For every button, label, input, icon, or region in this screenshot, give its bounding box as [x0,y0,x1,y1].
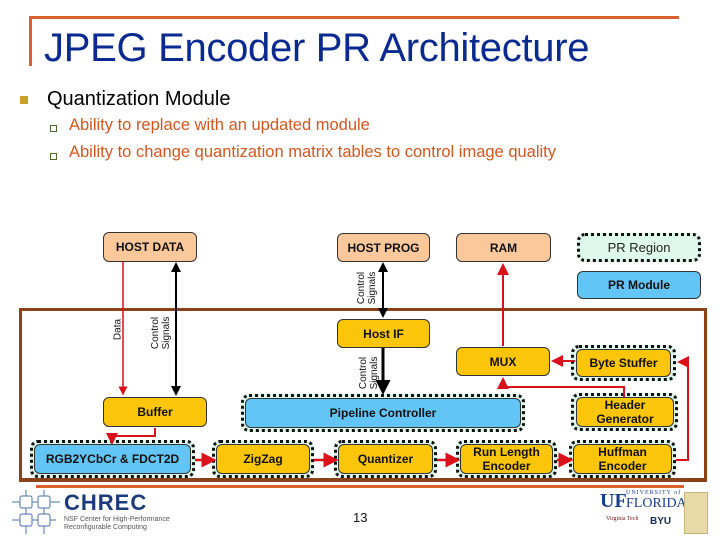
legend-pr-region: PR Region [580,236,698,259]
gwu-portrait-logo [684,492,708,534]
host-data-label: HOST DATA [115,240,185,254]
huffman-encoder-module: Huffman Encoder [573,444,672,474]
control-signals-label-host-if: Control Signals [358,356,380,390]
byu-logo: BYU [650,516,672,527]
host-if-label: Host IF [363,326,404,341]
byte-stuffer-module: Byte Stuffer [576,349,671,377]
ram-label: RAM [489,240,518,255]
legend-pr-module-label: PR Module [608,278,670,292]
host-prog-block: HOST PROG [337,233,430,262]
wire-buffer-to-rgb [106,428,156,445]
control-signals-label-host-prog: Control Signals [356,271,378,305]
pipeline-controller-label: Pipeline Controller [329,406,437,420]
chrec-tagline-2: Reconfigurable Computing [64,524,147,531]
run-length-encoder-label: Run Length Encoder [473,445,540,473]
header-generator-module: Header Generator [576,397,674,427]
chrec-logo: CHREC NSF Center for High-Performance Re… [10,490,180,538]
mux-label: MUX [489,354,517,369]
header-generator-label: Header Generator [596,398,654,426]
wire-header-to-mux [497,377,625,399]
data-signal-label: Data [112,318,124,341]
chrec-grid-icon [12,490,60,534]
quantizer-label: Quantizer [357,452,414,466]
quantizer-module: Quantizer [338,444,433,474]
buffer-label: Buffer [137,405,173,419]
legend-pr-module: PR Module [577,271,701,299]
partner-logos: UF UNIVERSITY of FLORIDA Virginia Tech B… [600,490,720,538]
mux-module: MUX [456,347,550,376]
byte-stuffer-label: Byte Stuffer [589,356,658,370]
uf-logo-mark: UF [600,490,627,512]
chrec-tagline-1: NSF Center for High-Performance [64,516,170,523]
huffman-encoder-label: Huffman Encoder [598,445,647,473]
zigzag-label: ZigZag [243,452,283,466]
host-data-block: HOST DATA [103,232,197,262]
host-if-module: Host IF [337,319,430,348]
wire-huffman-to-byte-stuffer [676,356,689,461]
rgb2ycbcr-fdct2d-module: RGB2YCbCr & FDCT2D [34,444,191,474]
run-length-encoder-module: Run Length Encoder [460,444,553,474]
buffer-module: Buffer [103,397,207,427]
legend-pr-region-label: PR Region [607,239,671,255]
virginia-tech-logo: Virginia Tech [606,516,639,522]
uf-florida-text: FLORIDA [626,496,687,511]
zigzag-module: ZigZag [216,444,310,474]
rgb2ycbcr-fdct2d-label: RGB2YCbCr & FDCT2D [45,452,180,466]
control-signals-label-host-data: Control Signals [150,316,172,350]
ram-block: RAM [456,233,551,262]
chrec-wordmark: CHREC [64,490,148,515]
host-prog-label: HOST PROG [347,240,420,255]
pipeline-controller-module: Pipeline Controller [245,398,521,428]
page-number: 13 [353,510,368,525]
